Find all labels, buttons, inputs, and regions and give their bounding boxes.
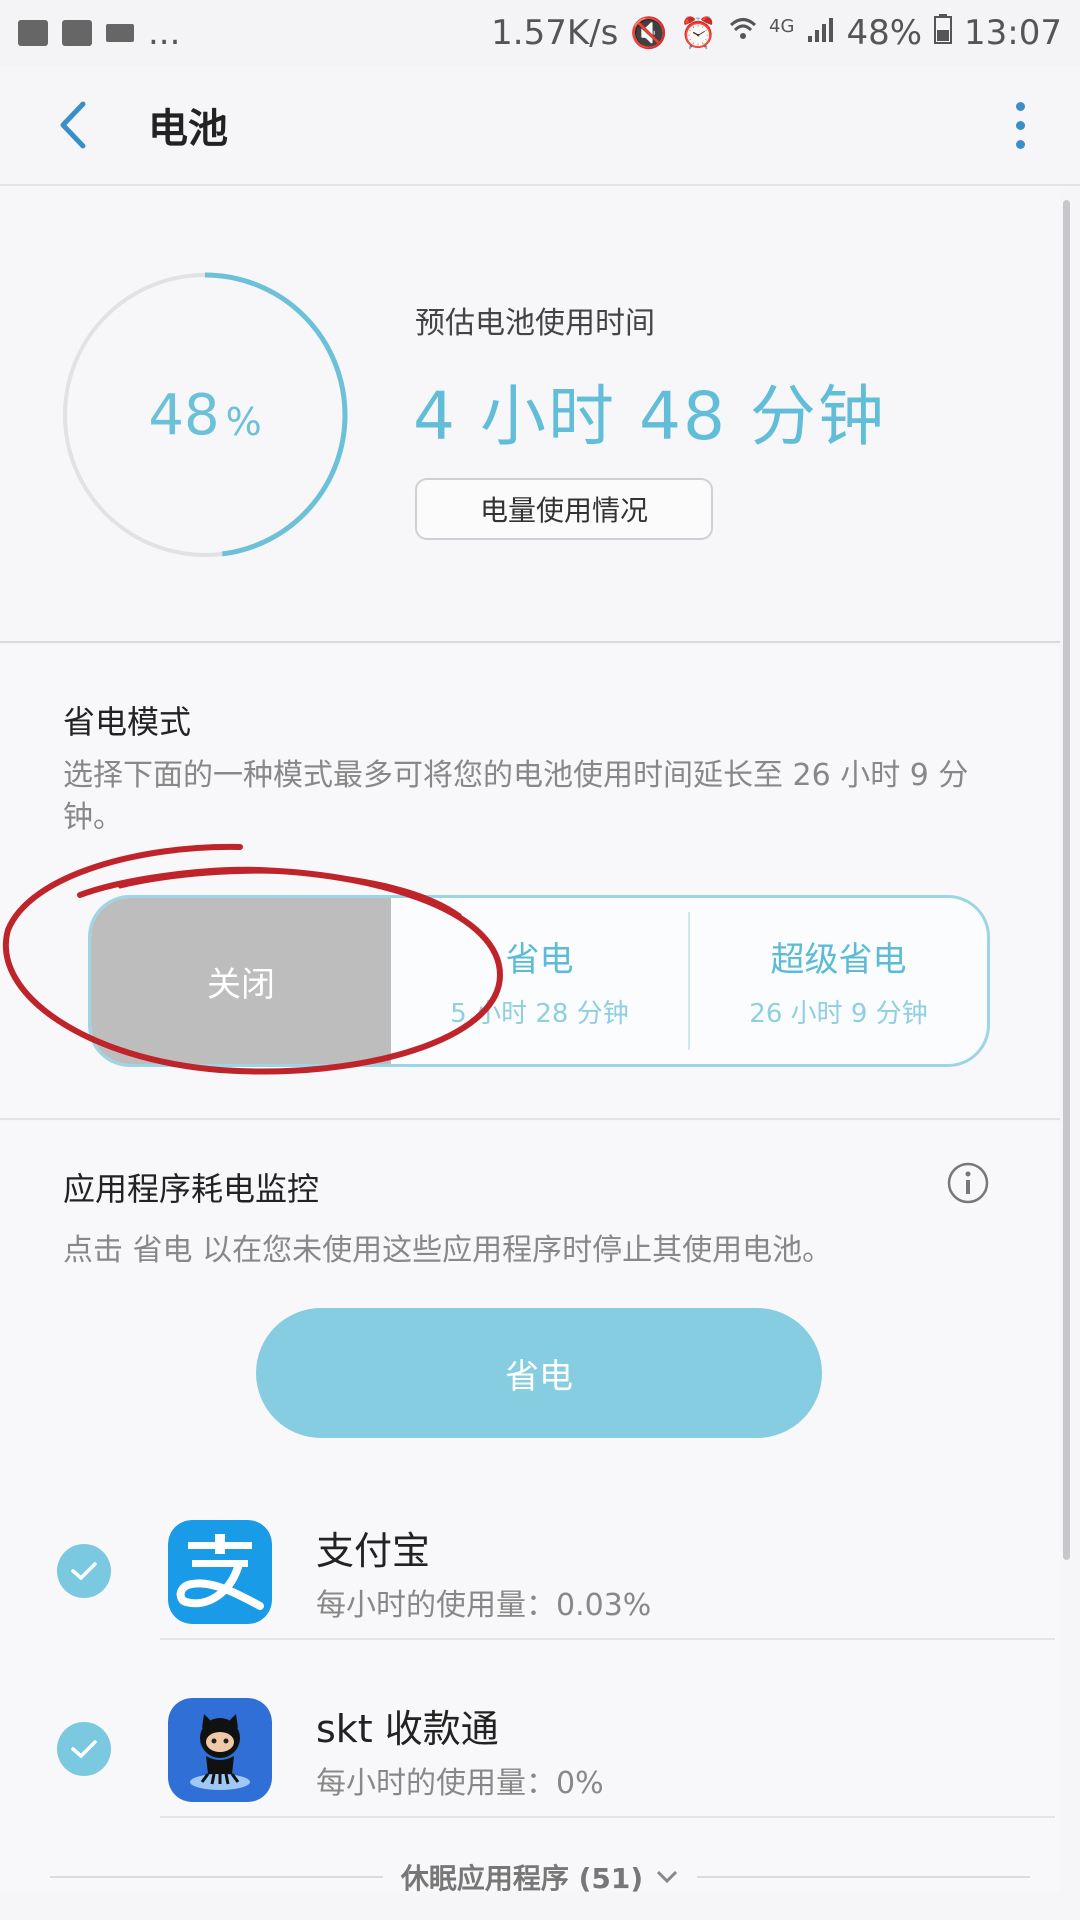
chevron-down-icon (657, 1870, 678, 1884)
app-usage: 每小时的使用量：0.03% (316, 1588, 652, 1623)
checkbox-checked[interactable] (57, 1544, 111, 1598)
list-item[interactable]: skt 收款通 每小时的使用量：0% (0, 1670, 1060, 1848)
power-saving-title: 省电模式 (63, 703, 192, 741)
status-bar: ... 1.57K/s 🔇 ⏰ 4G 48% 13:07 (0, 0, 1080, 66)
check-icon (71, 1740, 97, 1759)
back-button[interactable] (22, 75, 122, 175)
power-saving-description: 选择下面的一种模式最多可将您的电池使用时间延长至 26 小时 9 分钟。 (63, 758, 969, 835)
image-notification-icon (62, 20, 92, 46)
battery-usage-button[interactable]: 电量使用情况 (415, 478, 713, 540)
scrollbar[interactable] (1063, 200, 1070, 1560)
divider-line (50, 1876, 383, 1878)
mode-ultra-power-saving[interactable]: 超级省电 26 小时 9 分钟 (690, 898, 987, 1064)
mute-icon: 🔇 (630, 15, 668, 51)
check-icon (71, 1562, 97, 1581)
wifi-icon (729, 15, 757, 51)
mode-power-saving[interactable]: 省电 5 小时 28 分钟 (391, 898, 688, 1064)
battery-level-value: 48 (148, 382, 220, 448)
sleeping-apps-expander[interactable]: 休眠应用程序 (51) (50, 1857, 1030, 1897)
checkbox-checked[interactable] (57, 1722, 111, 1776)
mode-ultra-label: 超级省电 (770, 940, 907, 980)
octocat-icon (168, 1698, 272, 1802)
power-mode-selector: 关闭 省电 5 小时 28 分钟 超级省电 26 小时 9 分钟 (88, 895, 990, 1067)
battery-percent: 48% (846, 13, 923, 53)
alipay-icon (168, 1520, 272, 1624)
sleeping-apps-label: 休眠应用程序 (51) (383, 1857, 697, 1897)
battery-card: 48 % 预估电池使用时间 4 小时 48 分钟 电量使用情况 (0, 188, 1060, 643)
app-power-monitor-section: 应用程序耗电监控 点击 省电 以在您未使用这些应用程序时停止其使用电池。 省电 … (0, 1122, 1060, 1895)
battery-level-unit: % (225, 400, 262, 444)
mode-ultra-time: 26 小时 9 分钟 (749, 999, 928, 1029)
network-type: 4G (769, 15, 795, 37)
signal-icon (806, 13, 834, 53)
app-usage: 每小时的使用量：0% (316, 1766, 604, 1801)
row-divider (160, 1638, 1055, 1640)
app-monitor-description: 点击 省电 以在您未使用这些应用程序时停止其使用电池。 (63, 1233, 833, 1268)
image-notification-icon (18, 20, 48, 46)
power-saving-section: 省电模式 选择下面的一种模式最多可将您的电池使用时间延长至 26 小时 9 分钟… (0, 645, 1060, 1120)
estimate-value: 4 小时 48 分钟 (413, 378, 886, 455)
list-item[interactable]: 支付宝 每小时的使用量：0.03% (0, 1492, 1060, 1670)
mode-power-saving-time: 5 小时 28 分钟 (450, 999, 629, 1029)
clock: 13:07 (964, 13, 1062, 53)
estimate-label: 预估电池使用时间 (415, 306, 655, 341)
app-monitor-title: 应用程序耗电监控 (63, 1170, 320, 1208)
page-title: 电池 (148, 106, 228, 152)
mode-off[interactable]: 关闭 (91, 898, 391, 1064)
battery-level-text: 48 % (60, 270, 350, 560)
divider-line (697, 1876, 1030, 1878)
info-icon[interactable] (947, 1162, 989, 1204)
app-bar: 电池 (0, 66, 1080, 186)
row-divider (160, 1816, 1055, 1818)
more-notifications: ... (148, 13, 181, 53)
app-name: 支付宝 (316, 1529, 431, 1573)
video-notification-icon (106, 24, 134, 42)
chevron-left-icon (60, 101, 86, 149)
power-save-button[interactable]: 省电 (256, 1308, 822, 1438)
more-options-button[interactable] (1000, 85, 1040, 165)
alarm-icon: ⏰ (679, 15, 718, 51)
mode-power-saving-label: 省电 (505, 940, 574, 980)
mode-off-label: 关闭 (207, 964, 275, 1005)
battery-icon (934, 13, 953, 53)
network-speed: 1.57K/s (491, 13, 619, 53)
sleeping-apps-text: 休眠应用程序 (51) (400, 1862, 644, 1895)
more-vert-icon (1015, 101, 1025, 111)
app-name: skt 收款通 (316, 1707, 499, 1751)
